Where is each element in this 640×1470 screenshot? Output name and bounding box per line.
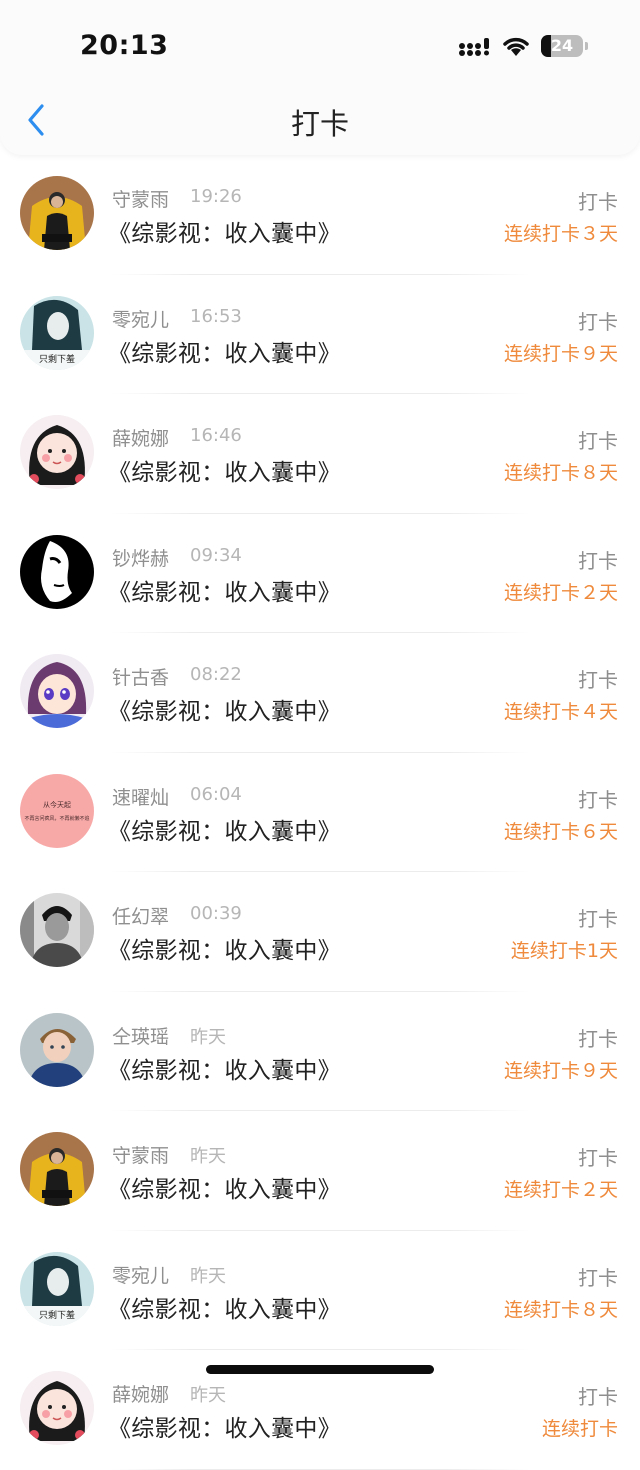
list-item[interactable]: 任幻翠 00:39 《综影视：收入囊中》 打卡 连续打卡1天 — [0, 872, 640, 992]
streak-label: 连续打卡８天 — [503, 462, 618, 484]
streak-label: 连续打卡６天 — [503, 820, 618, 843]
battery-level: 24 — [550, 36, 574, 55]
streak-label: 连续打卡２天 — [503, 1179, 618, 1201]
checkin-time: 16:53 — [190, 305, 242, 327]
user-name[interactable]: 针古香 — [112, 663, 169, 690]
checkin-tag: 打卡 — [578, 190, 618, 214]
checkin-time: 00:39 — [190, 903, 242, 924]
checkin-time: 昨天 — [190, 1146, 226, 1167]
streak-label: 连续打卡９天 — [503, 1059, 618, 1082]
streak-label: 连续打卡９天 — [503, 342, 618, 365]
list-item[interactable]: 只剩下羞 零宛儿 昨天 《综影视：收入囊中》 打卡 连续打卡８天 — [0, 1231, 640, 1350]
user-name[interactable]: 薛婉娜 — [112, 424, 169, 451]
user-name[interactable]: 零宛儿 — [112, 1261, 169, 1288]
streak-label: 连续打卡 — [541, 1418, 618, 1440]
avatar-text: 从今天起 — [43, 800, 71, 809]
checkin-time: 昨天 — [190, 1265, 226, 1287]
book-title[interactable]: 《综影视：收入囊中》 — [108, 573, 341, 607]
divider — [110, 1468, 530, 1470]
user-name[interactable]: 零宛儿 — [112, 305, 169, 332]
user-name[interactable]: 钞烨赫 — [112, 544, 169, 571]
list-item[interactable]: 薛婉娜 16:46 《综影视：收入囊中》 打卡 连续打卡８天 — [0, 394, 640, 514]
book-title[interactable]: 《综影视：收入囊中》 — [108, 931, 341, 965]
list-item[interactable]: 守蒙雨 19:26 《综影视：收入囊中》 打卡 连续打卡３天 — [0, 155, 640, 275]
avatar[interactable] — [20, 176, 94, 250]
avatar[interactable] — [20, 1132, 94, 1206]
streak-label: 连续打卡1天 — [510, 940, 618, 962]
user-name[interactable]: 薛婉娜 — [112, 1380, 169, 1407]
checkin-tag: 打卡 — [578, 1265, 618, 1290]
checkin-time: 昨天 — [190, 1385, 226, 1406]
streak-label: 连续打卡２天 — [503, 581, 618, 604]
page-title: 打卡 — [290, 107, 349, 141]
user-name[interactable]: 仝瑛瑶 — [112, 1022, 169, 1049]
checkin-tag: 打卡 — [578, 1146, 618, 1170]
checkin-tag: 打卡 — [578, 548, 618, 573]
avatar[interactable] — [20, 893, 94, 967]
checkin-time: 09:34 — [190, 544, 242, 566]
home-indicator[interactable] — [206, 1365, 434, 1374]
avatar[interactable]: 只剩下羞 — [20, 1251, 94, 1326]
list-item[interactable]: 只剩下羞 零宛儿 16:53 《综影视：收入囊中》 打卡 连续打卡９天 — [0, 275, 640, 394]
avatar-text: 只剩下羞 — [39, 1309, 75, 1321]
user-name[interactable]: 任幻翠 — [112, 902, 169, 929]
checkin-tag: 打卡 — [578, 907, 618, 931]
checkin-time: 08:22 — [190, 664, 242, 685]
checkin-tag: 打卡 — [578, 1026, 618, 1051]
list-item[interactable]: 钞烨赫 09:34 《综影视：收入囊中》 打卡 连续打卡２天 — [0, 514, 640, 633]
checkin-tag: 打卡 — [578, 668, 618, 692]
book-title[interactable]: 《综影视：收入囊中》 — [108, 453, 341, 487]
checkin-time: 19:26 — [190, 186, 242, 207]
wifi-icon — [503, 37, 529, 56]
book-title[interactable]: 《综影视：收入囊中》 — [108, 1051, 341, 1085]
avatar[interactable] — [20, 654, 94, 728]
checkin-tag: 打卡 — [578, 787, 618, 812]
avatar[interactable] — [20, 1012, 94, 1087]
book-title[interactable]: 《综影视：收入囊中》 — [108, 1170, 341, 1204]
battery-icon: 24 — [541, 35, 583, 57]
list-item[interactable]: 从今天起 不再言问疯风，不再就懒不追 速曜灿 06:04 《综影视：收入囊中》 … — [0, 753, 640, 872]
battery-cap — [585, 42, 588, 50]
user-name[interactable]: 速曜灿 — [112, 783, 169, 810]
avatar-text: 不再言问疯风，不再就懒不追 — [24, 815, 89, 822]
book-title[interactable]: 《综影视：收入囊中》 — [108, 812, 341, 846]
checkin-tag: 打卡 — [578, 309, 618, 334]
checkin-time: 16:46 — [190, 425, 242, 446]
user-name[interactable]: 守蒙雨 — [112, 185, 169, 212]
book-title[interactable]: 《综影视：收入囊中》 — [108, 334, 341, 368]
list-item[interactable]: 仝瑛瑶 昨天 《综影视：收入囊中》 打卡 连续打卡９天 — [0, 992, 640, 1111]
list-item[interactable]: 针古香 08:22 《综影视：收入囊中》 打卡 连续打卡４天 — [0, 633, 640, 753]
avatar[interactable] — [20, 415, 94, 489]
book-title[interactable]: 《综影视：收入囊中》 — [108, 1290, 341, 1324]
checkin-time: 06:04 — [190, 783, 242, 805]
avatar[interactable] — [20, 1371, 94, 1445]
avatar-text: 只剩下羞 — [39, 353, 75, 365]
status-time: 20:13 — [80, 30, 169, 61]
streak-label: 连续打卡３天 — [503, 223, 618, 245]
checkin-list: 守蒙雨 19:26 《综影视：收入囊中》 打卡 连续打卡３天 只剩下羞 零宛儿 … — [0, 155, 640, 1470]
checkin-tag: 打卡 — [578, 1385, 618, 1409]
avatar[interactable]: 只剩下羞 — [20, 295, 94, 370]
book-title[interactable]: 《综影视：收入囊中》 — [108, 1409, 341, 1443]
streak-label: 连续打卡４天 — [503, 701, 618, 723]
checkin-time: 昨天 — [190, 1026, 226, 1048]
avatar[interactable]: 从今天起 不再言问疯风，不再就懒不追 — [20, 773, 94, 848]
list-item[interactable]: 守蒙雨 昨天 《综影视：收入囊中》 打卡 连续打卡２天 — [0, 1111, 640, 1231]
avatar[interactable] — [20, 534, 94, 609]
checkin-tag: 打卡 — [578, 429, 618, 453]
streak-label: 连续打卡８天 — [503, 1298, 618, 1321]
book-title[interactable]: 《综影视：收入囊中》 — [108, 692, 341, 726]
book-title[interactable]: 《综影视：收入囊中》 — [108, 214, 341, 248]
header-bar: 20:13 24 打卡 — [0, 0, 640, 155]
cellular-signal-icon — [459, 38, 489, 56]
user-name[interactable]: 守蒙雨 — [112, 1141, 169, 1168]
